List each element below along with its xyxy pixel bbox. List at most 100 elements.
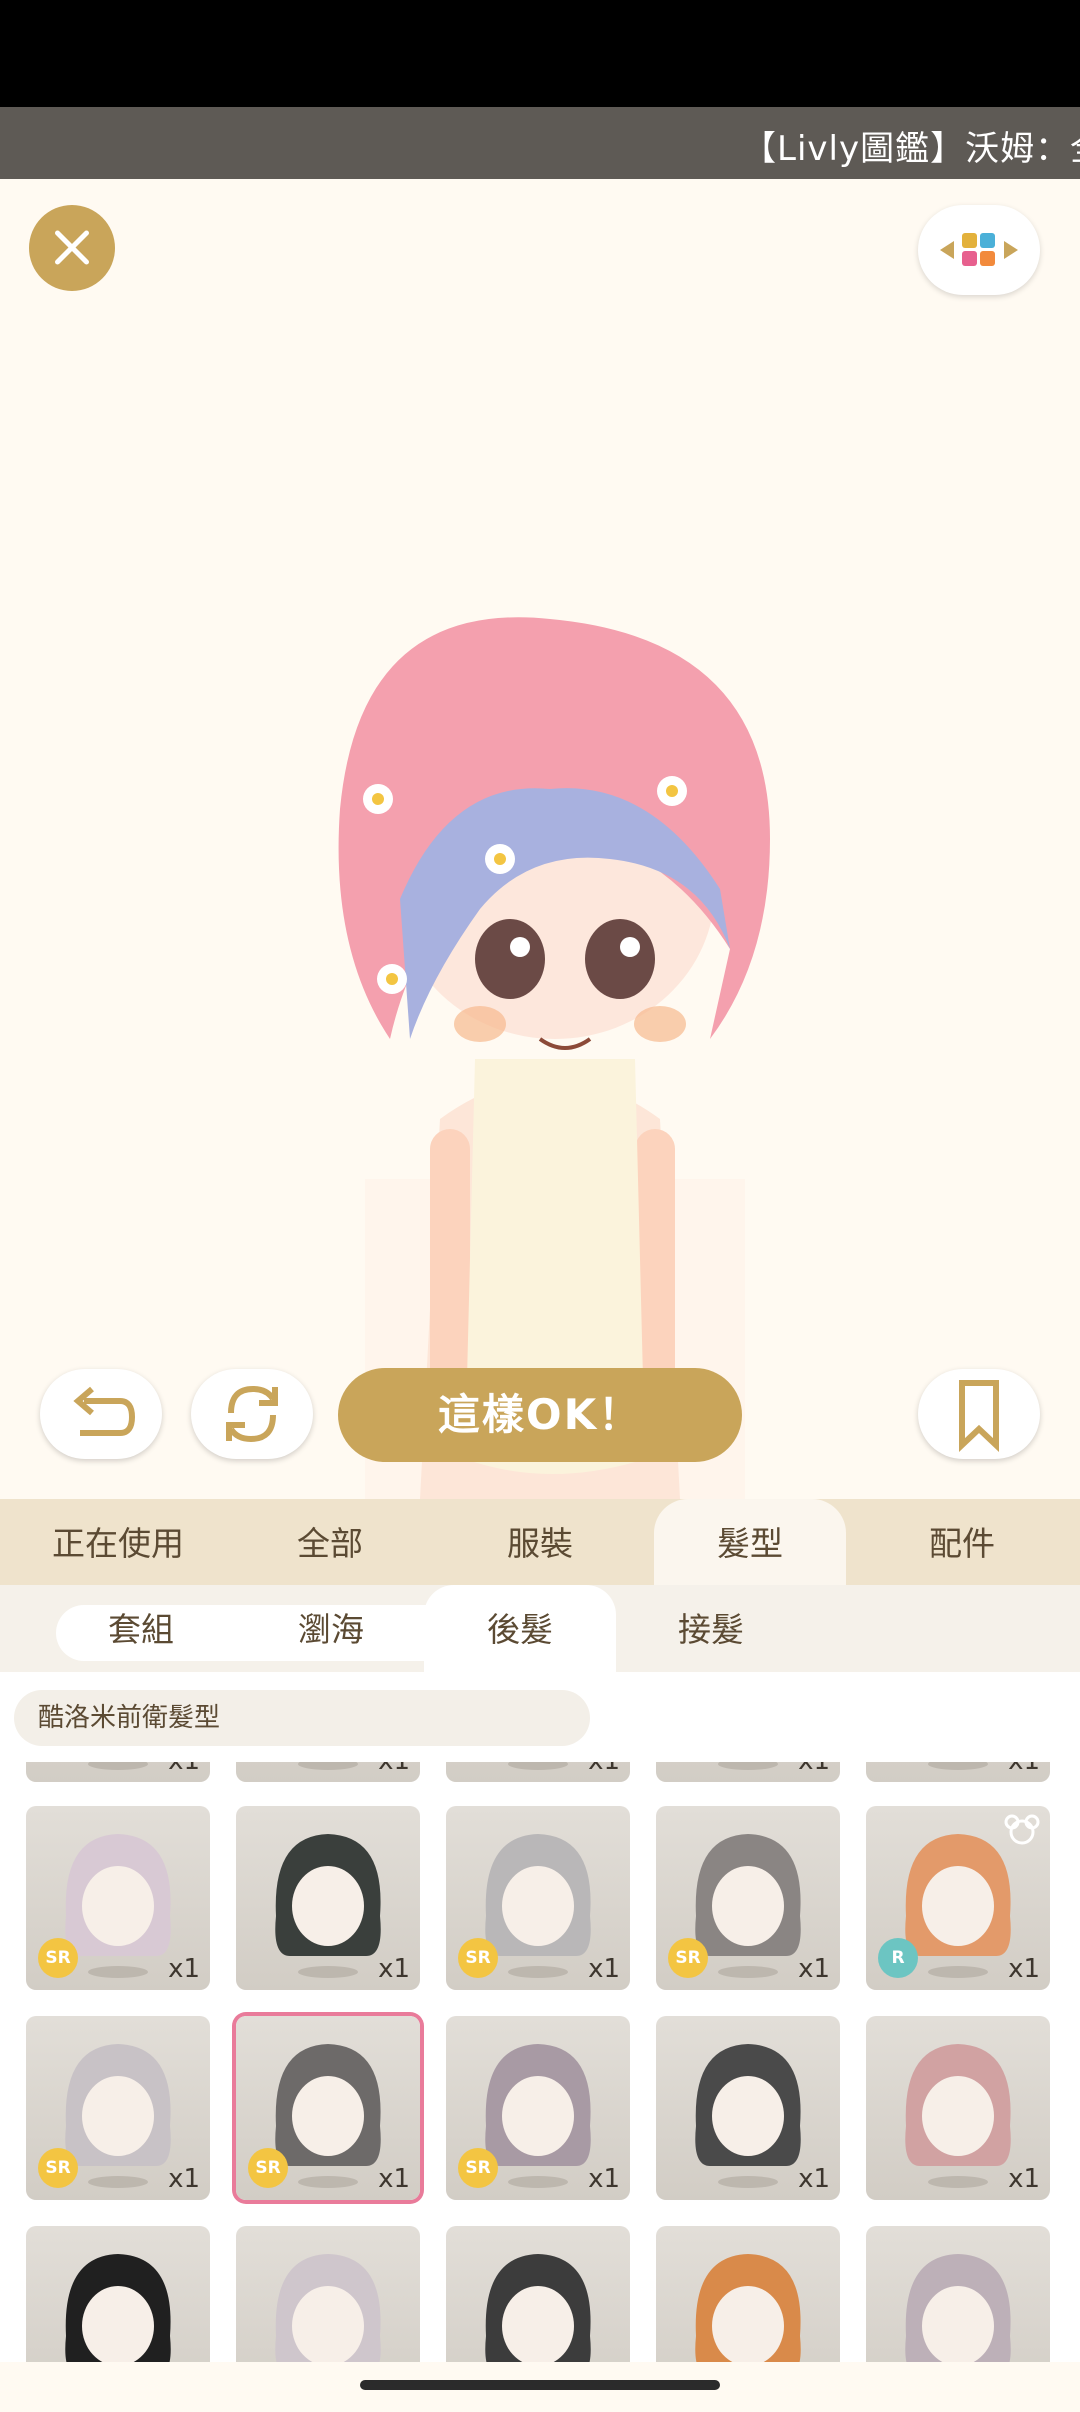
- hair-preview: [275, 2254, 381, 2362]
- mannequin-head: [922, 1866, 994, 1946]
- mannequin-stand: [88, 1762, 148, 1770]
- mannequin-head: [292, 2076, 364, 2156]
- item-grid: x1x1x1x1x1SRx1x1SRx1SRx1Rx1SRx1SRx1SRx1x…: [0, 1762, 1080, 2362]
- tab-current[interactable]: 正在使用: [10, 1499, 226, 1585]
- mannequin-stand: [928, 1966, 988, 1978]
- hair-item[interactable]: SR x1: [656, 1806, 840, 1990]
- hair-item[interactable]: [656, 2226, 840, 2362]
- hair-item[interactable]: [236, 2226, 420, 2362]
- news-banner[interactable]: 【Livly圖鑑】沃姆：全: [0, 107, 1080, 179]
- mannequin-stand: [718, 1762, 778, 1770]
- mannequin-stand: [508, 1966, 568, 1978]
- hair-item[interactable]: x1: [656, 2016, 840, 2200]
- item-quantity: x1: [798, 1954, 830, 1984]
- rarity-badge: SR: [458, 1938, 498, 1978]
- hair-item[interactable]: [446, 2226, 630, 2362]
- item-quantity: x1: [378, 1762, 410, 1776]
- subtab-back-hair[interactable]: 後髮: [424, 1585, 616, 1672]
- hair-item[interactable]: SR x1: [446, 2016, 630, 2200]
- hair-preview: [485, 2254, 591, 2362]
- mannequin-stand: [298, 2176, 358, 2188]
- view-toggle-button[interactable]: [918, 205, 1040, 295]
- item-quantity: x1: [168, 1762, 200, 1776]
- mannequin-head: [292, 1866, 364, 1946]
- hair-item[interactable]: x1: [26, 1762, 210, 1782]
- subtab-extensions[interactable]: 接髮: [636, 1585, 786, 1672]
- hair-item[interactable]: Rx1: [866, 1806, 1050, 1990]
- item-quantity: x1: [378, 1954, 410, 1984]
- item-quantity: x1: [798, 1762, 830, 1776]
- subtab-set[interactable]: 套組: [66, 1585, 216, 1672]
- item-quantity: x1: [588, 1762, 620, 1776]
- rotate-icon: [226, 1385, 278, 1443]
- hair-item[interactable]: x1: [236, 1806, 420, 1990]
- mannequin-stand: [508, 1762, 568, 1770]
- arrow-right-icon: [1004, 241, 1018, 259]
- mannequin-stand: [928, 2176, 988, 2188]
- mannequin-head: [922, 2076, 994, 2156]
- mannequin-stand: [298, 1966, 358, 1978]
- hair-item[interactable]: SR x1: [446, 1806, 630, 1990]
- hair-item[interactable]: SR x1: [236, 2016, 420, 2200]
- item-list[interactable]: 酷洛米前衛髮型 x1x1x1x1x1SRx1x1SRx1SRx1Rx1SRx1S…: [0, 1672, 1080, 2362]
- item-quantity: x1: [1008, 1762, 1040, 1776]
- hair-item[interactable]: x1: [656, 1762, 840, 1782]
- mannequin-head: [502, 1866, 574, 1946]
- mannequin-stand: [508, 2176, 568, 2188]
- tab-hairstyle[interactable]: 髮型: [654, 1499, 846, 1585]
- item-quantity: x1: [378, 2164, 410, 2194]
- hair-item[interactable]: x1: [446, 1762, 630, 1782]
- avatar-stage: 這樣OK！: [0, 179, 1080, 1499]
- item-quantity: x1: [1008, 2164, 1040, 2194]
- mannequin-stand: [928, 1762, 988, 1770]
- confirm-outfit-button[interactable]: 這樣OK！: [338, 1368, 742, 1462]
- hair-preview: [905, 2254, 1011, 2362]
- item-quantity: x1: [798, 2164, 830, 2194]
- item-quantity: x1: [1008, 1954, 1040, 1984]
- series-filter[interactable]: 酷洛米前衛髮型: [14, 1690, 590, 1746]
- rarity-badge: R: [878, 1938, 918, 1978]
- rotate-button[interactable]: [191, 1369, 313, 1459]
- hair-item[interactable]: x1: [866, 1762, 1050, 1782]
- avatar-character: [338, 617, 770, 1499]
- mannequin-stand: [718, 2176, 778, 2188]
- mannequin-head: [502, 2076, 574, 2156]
- hair-item[interactable]: [866, 2226, 1050, 2362]
- category-tabs: 正在使用 全部 服裝 髮型 配件: [0, 1499, 1080, 1585]
- item-quantity: x1: [588, 1954, 620, 1984]
- view-toggle-icon: [962, 233, 996, 267]
- banner-text: 【Livly圖鑑】沃姆：全: [742, 129, 1080, 169]
- rarity-badge: SR: [458, 2148, 498, 2188]
- mannequin-head: [82, 1866, 154, 1946]
- mannequin-stand: [88, 2176, 148, 2188]
- bookmark-button[interactable]: [918, 1369, 1040, 1459]
- hair-subtabs: 套組 瀏海 後髮 接髮: [0, 1585, 1080, 1672]
- mannequin-stand: [718, 1966, 778, 1978]
- bookmark-icon: [959, 1380, 999, 1452]
- hair-item[interactable]: x1: [866, 2016, 1050, 2200]
- undo-icon: [73, 1386, 136, 1436]
- rarity-badge: SR: [38, 2148, 78, 2188]
- mannequin-head: [82, 2076, 154, 2156]
- item-quantity: x1: [168, 2164, 200, 2194]
- item-quantity: x1: [588, 2164, 620, 2194]
- mannequin-head: [712, 1866, 784, 1946]
- tab-accessories[interactable]: 配件: [854, 1499, 1070, 1585]
- arrow-left-icon: [940, 241, 954, 259]
- hair-preview: [65, 2254, 171, 2362]
- hair-item[interactable]: SR x1: [26, 2016, 210, 2200]
- home-indicator[interactable]: [360, 2380, 720, 2390]
- undo-button[interactable]: [40, 1369, 162, 1459]
- tab-clothing[interactable]: 服裝: [432, 1499, 648, 1585]
- mannequin-head: [712, 2076, 784, 2156]
- close-button[interactable]: [29, 205, 115, 291]
- status-bar: [0, 0, 1080, 107]
- hair-item[interactable]: [26, 2226, 210, 2362]
- hair-item[interactable]: x1: [236, 1762, 420, 1782]
- tab-all[interactable]: 全部: [222, 1499, 438, 1585]
- subtab-bangs[interactable]: 瀏海: [256, 1585, 406, 1672]
- mannequin-stand: [298, 1762, 358, 1770]
- hair-item[interactable]: SR x1: [26, 1806, 210, 1990]
- mannequin-stand: [88, 1966, 148, 1978]
- item-quantity: x1: [168, 1954, 200, 1984]
